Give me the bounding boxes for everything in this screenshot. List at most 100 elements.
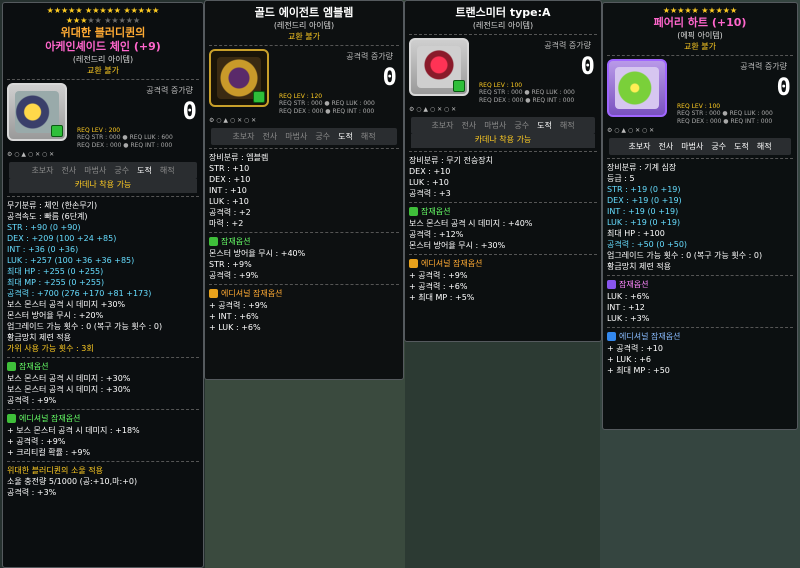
job-warrior: 전사 (658, 142, 674, 151)
stat-line: 최대 HP : +255 (0 +255) (7, 267, 104, 276)
potential-line-1: 보스 몬스터 공격 시 데미지 : +30% (7, 374, 131, 383)
trade-status: 교환 불가 (684, 42, 716, 51)
job-warrior: 전사 (61, 166, 77, 175)
additional-line-3: + 크리티컬 확률 : +9% (7, 448, 91, 457)
stat-line: STR : +90 (0 +90) (7, 223, 81, 232)
job-list: 초보자 전사 마법사 궁수 도적 해적 (609, 138, 791, 155)
attack-increase-value: 0 (580, 52, 595, 80)
attack-increase-label: 공격력 증가량 (544, 41, 591, 50)
item-title-line1: 위대한 블러디퀸의 (60, 26, 146, 39)
additional-line-2: + 공격력 : +6% (409, 282, 468, 291)
item-grade: (레전드리 아이템) (72, 55, 134, 64)
stat-line: LUK : +10 (409, 178, 449, 187)
stat-line: DEX : +10 (409, 167, 451, 176)
item-title-line2: 아케인셰이드 체인 (+9) (45, 40, 161, 53)
additional-line-1: + 공격력 : +9% (409, 271, 468, 280)
job-thief: 도적 (338, 132, 353, 141)
stat-line: 보스 몬스터 공격 시 데미지 +30% (7, 300, 126, 309)
stat-line: STR : +10 (209, 164, 250, 173)
potential-header: 잠재옵션 (7, 361, 199, 373)
additional-line-1: + 공격력 : +10 (607, 344, 663, 353)
potential-header: 잠재옵션 (209, 236, 399, 248)
potential-line-3: 공격력 : +9% (7, 396, 57, 405)
item-tooltip-chain: ★★★★★ ★★★★★ ★★★★★ ★★★★★ ★★★★★ 위대한 블러디퀸의 … (2, 2, 204, 568)
stat-line: INT : +19 (0 +19) (607, 207, 679, 216)
job-warrior: 전사 (262, 132, 278, 141)
additional-line-3: + 최대 MP : +50 (607, 366, 670, 375)
item-flag-icons: ⚙ ○ ▲ ○ ✕ ○ ✕ (209, 117, 257, 124)
legendary-potential-icon (409, 207, 418, 216)
job-list: 초보자 전사 마법사 궁수 도적 해적 (411, 117, 595, 134)
job-pirate: 해적 (756, 142, 772, 151)
stat-line: LUK : +10 (209, 197, 249, 206)
job-beginner: 초보자 (31, 166, 54, 175)
job-archer: 궁수 (711, 142, 727, 151)
stat-line: DEX : +10 (209, 175, 251, 184)
stat-line: DEX : +19 (0 +19) (607, 196, 682, 205)
additional-potential-header: 에디셔널 잠재옵션 (607, 331, 793, 343)
item-tooltip-heart: ★★★★★ ★★★★★ 페어리 하트 (+10) (에픽 아이템) 교환 불가 … (602, 2, 798, 430)
job-beginner: 초보자 (431, 121, 454, 130)
rare-additional-icon (607, 332, 616, 341)
potential-line-2: 보스 몬스터 공격 시 데미지 : +30% (7, 385, 131, 394)
job-list: 초보자 전사 마법사 궁수 도적 해적 (9, 162, 197, 179)
stat-line: 장비분류 : 기계 심장 (607, 163, 677, 172)
item-icon-row: 공격력 증가량 0 (607, 59, 793, 117)
attack-increase-label: 공격력 증가량 (146, 86, 193, 95)
stat-list: 장비분류 : 무기 전승장치 DEX : +10 LUK : +10 공격력 : +3 (409, 155, 597, 199)
item-grade: (레전드리 아이템) (273, 21, 335, 30)
item-grade: (에픽 아이템) (677, 31, 723, 40)
star-force-row: ★★★★★ ★★★★★ ★★★★★ ★★★★★ ★★★★★ (46, 6, 160, 25)
job-thief: 도적 (537, 121, 552, 130)
potential-line-3: 공격력 : +9% (209, 271, 259, 280)
potential-line-3: LUK : +3% (607, 314, 650, 323)
legendary-potential-icon (7, 362, 16, 371)
req-line2: REQ DEX : 000 ● REQ INT : 000 (479, 97, 575, 104)
transmitter-icon (409, 38, 469, 96)
unique-additional-icon (409, 259, 418, 268)
stat-line: 공격력 : +3 (409, 189, 451, 198)
stat-line: 마력 : +2 (209, 219, 244, 228)
item-flag-icons: ⚙ ○ ▲ ○ ✕ ○ ✕ (409, 106, 457, 113)
potential-line-1: 몬스터 방어율 무시 : +40% (209, 249, 306, 258)
additional-line-1: + 보스 몬스터 공격 시 데미지 : +18% (7, 426, 140, 435)
additional-line-3: + LUK : +6% (209, 323, 261, 332)
chain-weapon-icon (7, 83, 67, 141)
additional-line-3: + 최대 MP : +5% (409, 293, 475, 302)
stat-line: 장비분류 : 무기 전승장치 (409, 156, 493, 165)
potential-header: 잠재옵션 (607, 279, 793, 291)
stat-line: 공격력 : +50 (0 +50) (607, 240, 688, 249)
req-line2: REQ DEX : 000 ● REQ INT : 000 (279, 108, 375, 115)
job-list: 초보자 전사 마법사 궁수 도적 해적 (211, 128, 397, 145)
fairy-heart-icon (607, 59, 667, 117)
stat-line: 공격속도 : 빠름 (6단계) (7, 212, 88, 221)
item-icon-row: 공격력 증가량 0 (7, 83, 199, 141)
job-pirate: 해적 (360, 132, 376, 141)
stat-line: LUK : +19 (0 +19) (607, 218, 681, 227)
emblem-icon (209, 49, 269, 107)
stat-line: LUK : +257 (100 +36 +36 +85) (7, 256, 135, 265)
stat-line: INT : +36 (0 +36) (7, 245, 79, 254)
additional-line-2: + LUK : +6 (607, 355, 651, 364)
job-magician: 마법사 (681, 142, 704, 151)
lock-icon (253, 91, 265, 103)
job-beginner: 초보자 (628, 142, 651, 151)
star-force-row: ★★★★★ ★★★★★ (662, 6, 738, 15)
stat-line: 공격력 : +2 (209, 208, 251, 217)
item-flag-icons: ⚙ ○ ▲ ○ ✕ ○ ✕ (607, 127, 655, 134)
stat-line: 황금망치 제련 적용 (7, 333, 71, 342)
soul-name: 위대한 블러디퀸의 소울 적용 (7, 466, 103, 475)
item-icon-row: 공격력 증가량 0 (209, 49, 399, 107)
potential-line-2: INT : +12 (607, 303, 645, 312)
additional-potential-header: 에디셔널 잠재옵션 (7, 413, 199, 425)
potential-line-2: STR : +9% (209, 260, 252, 269)
job-archer: 궁수 (315, 132, 331, 141)
item-icon-row: 공격력 증가량 0 (409, 38, 597, 96)
additional-potential-header: 에디셔널 잠재옵션 (409, 258, 597, 270)
stat-line: 가위 사용 가능 횟수 : 3회 (7, 344, 94, 353)
item-flag-icons: ⚙ ○ ▲ ○ ✕ ○ ✕ (7, 151, 55, 158)
trade-status: 교환 불가 (87, 66, 119, 75)
stat-list: 무기분류 : 체인 (한손무기) 공격속도 : 빠름 (6단계) STR : +90… (7, 200, 199, 354)
stat-line: 업그레이드 가능 횟수 : 0 (복구 가능 횟수 : 0) (607, 251, 763, 260)
stat-line: 장비분류 : 엠블렘 (209, 153, 269, 162)
